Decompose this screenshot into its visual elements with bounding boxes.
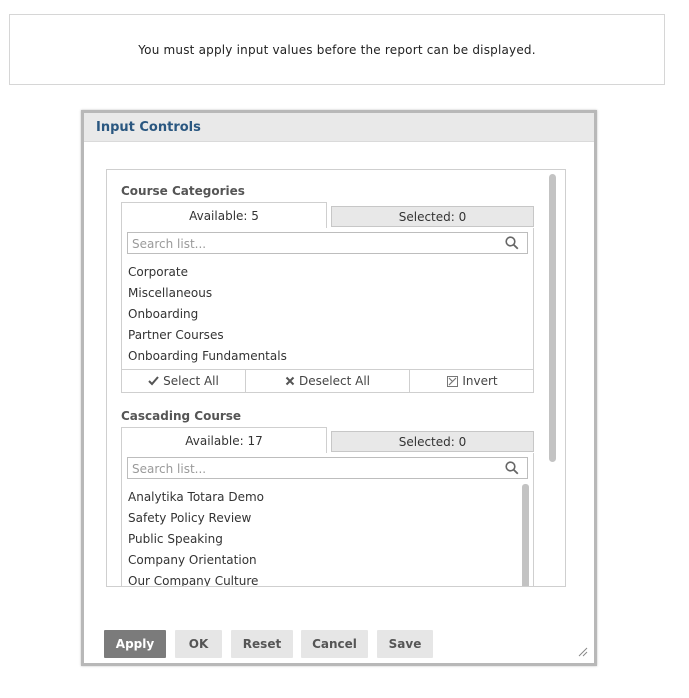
list-item[interactable]: Onboarding <box>128 307 198 321</box>
controls-panel: Course Categories Available: 5 Selected:… <box>106 169 566 587</box>
input-controls-dialog: Input Controls Course Categories Availab… <box>81 110 597 666</box>
search-placeholder: Search list... <box>132 237 207 251</box>
course-categories-tab-selected[interactable]: Selected: 0 <box>331 206 534 227</box>
cascading-course-tab-selected[interactable]: Selected: 0 <box>331 431 534 452</box>
list-item[interactable]: Onboarding Fundamentals <box>128 349 287 363</box>
course-categories-actions: Select All Deselect All Invert <box>122 369 533 392</box>
list-item[interactable]: Safety Policy Review <box>128 511 251 525</box>
ok-button[interactable]: OK <box>175 630 222 658</box>
invert-icon <box>447 375 459 387</box>
list-item[interactable]: Public Speaking <box>128 532 223 546</box>
deselect-all-button[interactable]: Deselect All <box>245 370 409 392</box>
notice-text: You must apply input values before the r… <box>138 42 536 57</box>
resize-handle-icon[interactable] <box>578 647 588 657</box>
list-item[interactable]: Partner Courses <box>128 328 224 342</box>
list-item[interactable]: Miscellaneous <box>128 286 212 300</box>
select-all-label: Select All <box>163 374 219 388</box>
search-icon[interactable] <box>505 461 519 475</box>
panel-scrollbar[interactable] <box>549 174 556 462</box>
check-icon <box>148 376 159 386</box>
cascading-course-title: Cascading Course <box>121 409 242 423</box>
dialog-header[interactable]: Input Controls <box>84 113 594 142</box>
list-item[interactable]: Company Orientation <box>128 553 257 567</box>
deselect-all-label: Deselect All <box>299 374 370 388</box>
cascading-course-list: Search list... Analytika Totara Demo Saf… <box>121 453 534 586</box>
course-categories-title: Course Categories <box>121 184 245 198</box>
report-notice: You must apply input values before the r… <box>9 14 665 85</box>
list-item[interactable]: Analytika Totara Demo <box>128 490 264 504</box>
list-item[interactable]: Our Company Culture <box>128 574 258 586</box>
search-icon[interactable] <box>505 236 519 250</box>
course-categories-list: Search list... Corporate Miscellaneous O… <box>121 228 534 393</box>
list-item[interactable]: Corporate <box>128 265 188 279</box>
select-all-button[interactable]: Select All <box>122 370 245 392</box>
course-categories-search-input[interactable]: Search list... <box>127 232 528 254</box>
reset-button[interactable]: Reset <box>231 630 293 658</box>
invert-button[interactable]: Invert <box>409 370 533 392</box>
cascading-course-tab-available[interactable]: Available: 17 <box>121 427 327 453</box>
cancel-button[interactable]: Cancel <box>301 630 368 658</box>
dialog-title: Input Controls <box>96 120 201 135</box>
course-categories-tab-available[interactable]: Available: 5 <box>121 202 327 228</box>
save-button[interactable]: Save <box>377 630 433 658</box>
close-icon <box>285 376 295 386</box>
invert-label: Invert <box>462 374 498 388</box>
search-placeholder: Search list... <box>132 462 207 476</box>
apply-button[interactable]: Apply <box>104 630 166 658</box>
list-scrollbar[interactable] <box>522 484 529 586</box>
cascading-course-search-input[interactable]: Search list... <box>127 457 528 479</box>
